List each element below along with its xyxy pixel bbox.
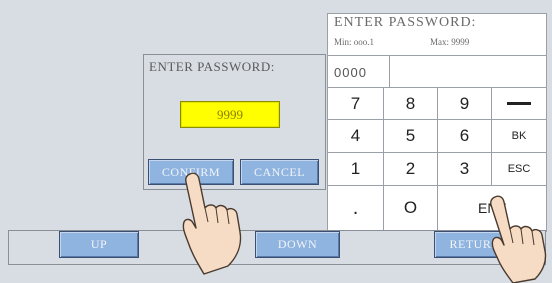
- password-field[interactable]: 9999: [180, 101, 280, 128]
- down-button[interactable]: DOWN: [255, 231, 340, 258]
- key-2[interactable]: 2: [384, 153, 437, 185]
- keypad-title: ENTER PASSWORD:: [334, 15, 477, 30]
- key-0[interactable]: O: [384, 186, 437, 230]
- key-1[interactable]: 1: [328, 153, 383, 185]
- keypad-min-range: Min: ooo.1: [334, 37, 375, 47]
- key-7[interactable]: 7: [328, 88, 383, 119]
- key-5[interactable]: 5: [384, 120, 437, 152]
- minus-icon: [507, 102, 531, 105]
- divider: [389, 55, 390, 87]
- up-button[interactable]: UP: [59, 231, 139, 258]
- key-3[interactable]: 3: [438, 153, 491, 185]
- key-6[interactable]: 6: [438, 120, 491, 152]
- pointing-hand-icon: [182, 172, 242, 275]
- keypad-entry-value: 0000: [334, 65, 367, 80]
- key-8[interactable]: 8: [384, 88, 437, 119]
- key-4[interactable]: 4: [328, 120, 383, 152]
- key-minus[interactable]: [492, 88, 546, 119]
- dialog-title: ENTER PASSWORD:: [149, 59, 275, 74]
- keypad-max-range: Max: 9999: [430, 37, 470, 47]
- divider: [327, 55, 547, 56]
- key-dot[interactable]: .: [328, 186, 383, 230]
- key-backspace[interactable]: BK: [492, 120, 546, 152]
- key-escape[interactable]: ESC: [492, 153, 546, 185]
- key-9[interactable]: 9: [438, 88, 491, 119]
- pointing-hand-icon: [490, 195, 547, 283]
